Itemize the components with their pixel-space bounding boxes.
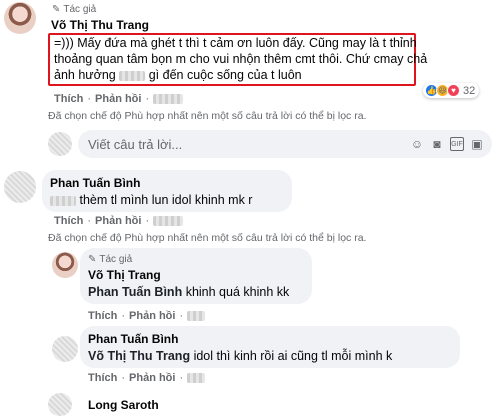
timestamp-blurred (153, 94, 184, 104)
filter-note: Đã chọn chế độ Phù hợp nhất nên một số c… (48, 232, 367, 244)
comment-line: =))) Mấy đứa mà ghét t thì t cảm ơn luôn… (54, 36, 417, 50)
like-link[interactable]: Thích (88, 310, 117, 322)
reply-link[interactable]: Phản hồi (95, 215, 141, 227)
avatar[interactable] (52, 336, 78, 362)
avatar[interactable] (4, 2, 36, 34)
comment-line: thoảng quan tâm bọn m cho vui nhộn thêm … (54, 52, 428, 66)
comment-actions: Thích · Phản hồi · (54, 215, 184, 227)
reply-input[interactable]: Viết câu trả lời... ☺ ◙ GIF ▣ (78, 130, 492, 158)
comment-bubble: Phan Tuấn Bình thèm tl mình lun idol khi… (42, 170, 292, 212)
mention-link[interactable]: Phan Tuấn Bình (88, 285, 182, 299)
commenter-name[interactable]: Phan Tuấn Bình (88, 332, 178, 346)
comment-actions: Thích · Phản hồi · (88, 310, 206, 322)
comment-actions: Thích · Phản hồi · (88, 372, 206, 384)
reply-link[interactable]: Phản hồi (129, 372, 175, 384)
commenter-name[interactable]: Võ Thị Trang (88, 268, 161, 282)
reply-placeholder: Viết câu trả lời... (88, 136, 183, 152)
reply-link[interactable]: Phản hồi (129, 310, 175, 322)
avatar (48, 132, 72, 156)
like-link[interactable]: Thích (54, 215, 83, 227)
gif-icon[interactable]: GIF (450, 137, 464, 151)
comment-line: ảnh hưởng gì đến cuộc sống của t luôn (54, 68, 302, 82)
camera-icon[interactable]: ◙ (430, 137, 444, 151)
commenter-name[interactable]: Võ Thị Thu Trang (51, 18, 149, 32)
comment-actions: Thích · Phản hồi · (54, 93, 184, 105)
mention-link[interactable]: Võ Thị Thu Trang (88, 349, 190, 363)
filter-note: Đã chọn chế độ Phù hợp nhất nên một số c… (48, 110, 367, 122)
timestamp-blurred (187, 311, 206, 321)
comment-text: thèm tl mình lun idol khinh mk r (50, 192, 252, 209)
input-icons: ☺ ◙ GIF ▣ (410, 137, 484, 151)
reaction-count: 32 (463, 84, 476, 97)
censored-word (119, 70, 146, 81)
sticker-icon[interactable]: ▣ (470, 137, 484, 151)
comment-text: Võ Thị Thu Trang idol thì kinh rồi ai cũ… (88, 349, 393, 363)
love-reaction-icon: ♥ (447, 84, 460, 97)
avatar[interactable] (48, 393, 72, 416)
emoji-icon[interactable]: ☺ (410, 137, 424, 151)
commenter-name[interactable]: Long Saroth (88, 398, 159, 412)
timestamp-blurred (187, 373, 206, 383)
reply-link[interactable]: Phản hồi (95, 93, 141, 105)
avatar[interactable] (4, 171, 36, 203)
comment-bubble: ✎ Tác giả Võ Thị Trang Phan Tuấn Bình kh… (80, 248, 312, 304)
author-tag: ✎ Tác giả (52, 4, 97, 15)
like-link[interactable]: Thích (88, 372, 117, 384)
pencil-icon: ✎ (52, 4, 61, 15)
author-tag: ✎ Tác giả (88, 254, 133, 265)
timestamp-blurred (153, 216, 184, 226)
avatar[interactable] (52, 252, 78, 278)
comment-bubble: Phan Tuấn Bình Võ Thị Thu Trang idol thì… (80, 326, 460, 368)
pencil-icon: ✎ (88, 254, 97, 265)
censored-word (50, 195, 76, 206)
highlighted-comment-text: =))) Mấy đứa mà ghét t thì t cảm ơn luôn… (48, 33, 427, 86)
comment-text: Phan Tuấn Bình khinh quá khinh kk (88, 285, 290, 299)
like-link[interactable]: Thích (54, 93, 83, 105)
reaction-summary[interactable]: 👍 😆 ♥ 32 (423, 83, 480, 98)
commenter-name[interactable]: Phan Tuấn Bình (50, 176, 140, 190)
